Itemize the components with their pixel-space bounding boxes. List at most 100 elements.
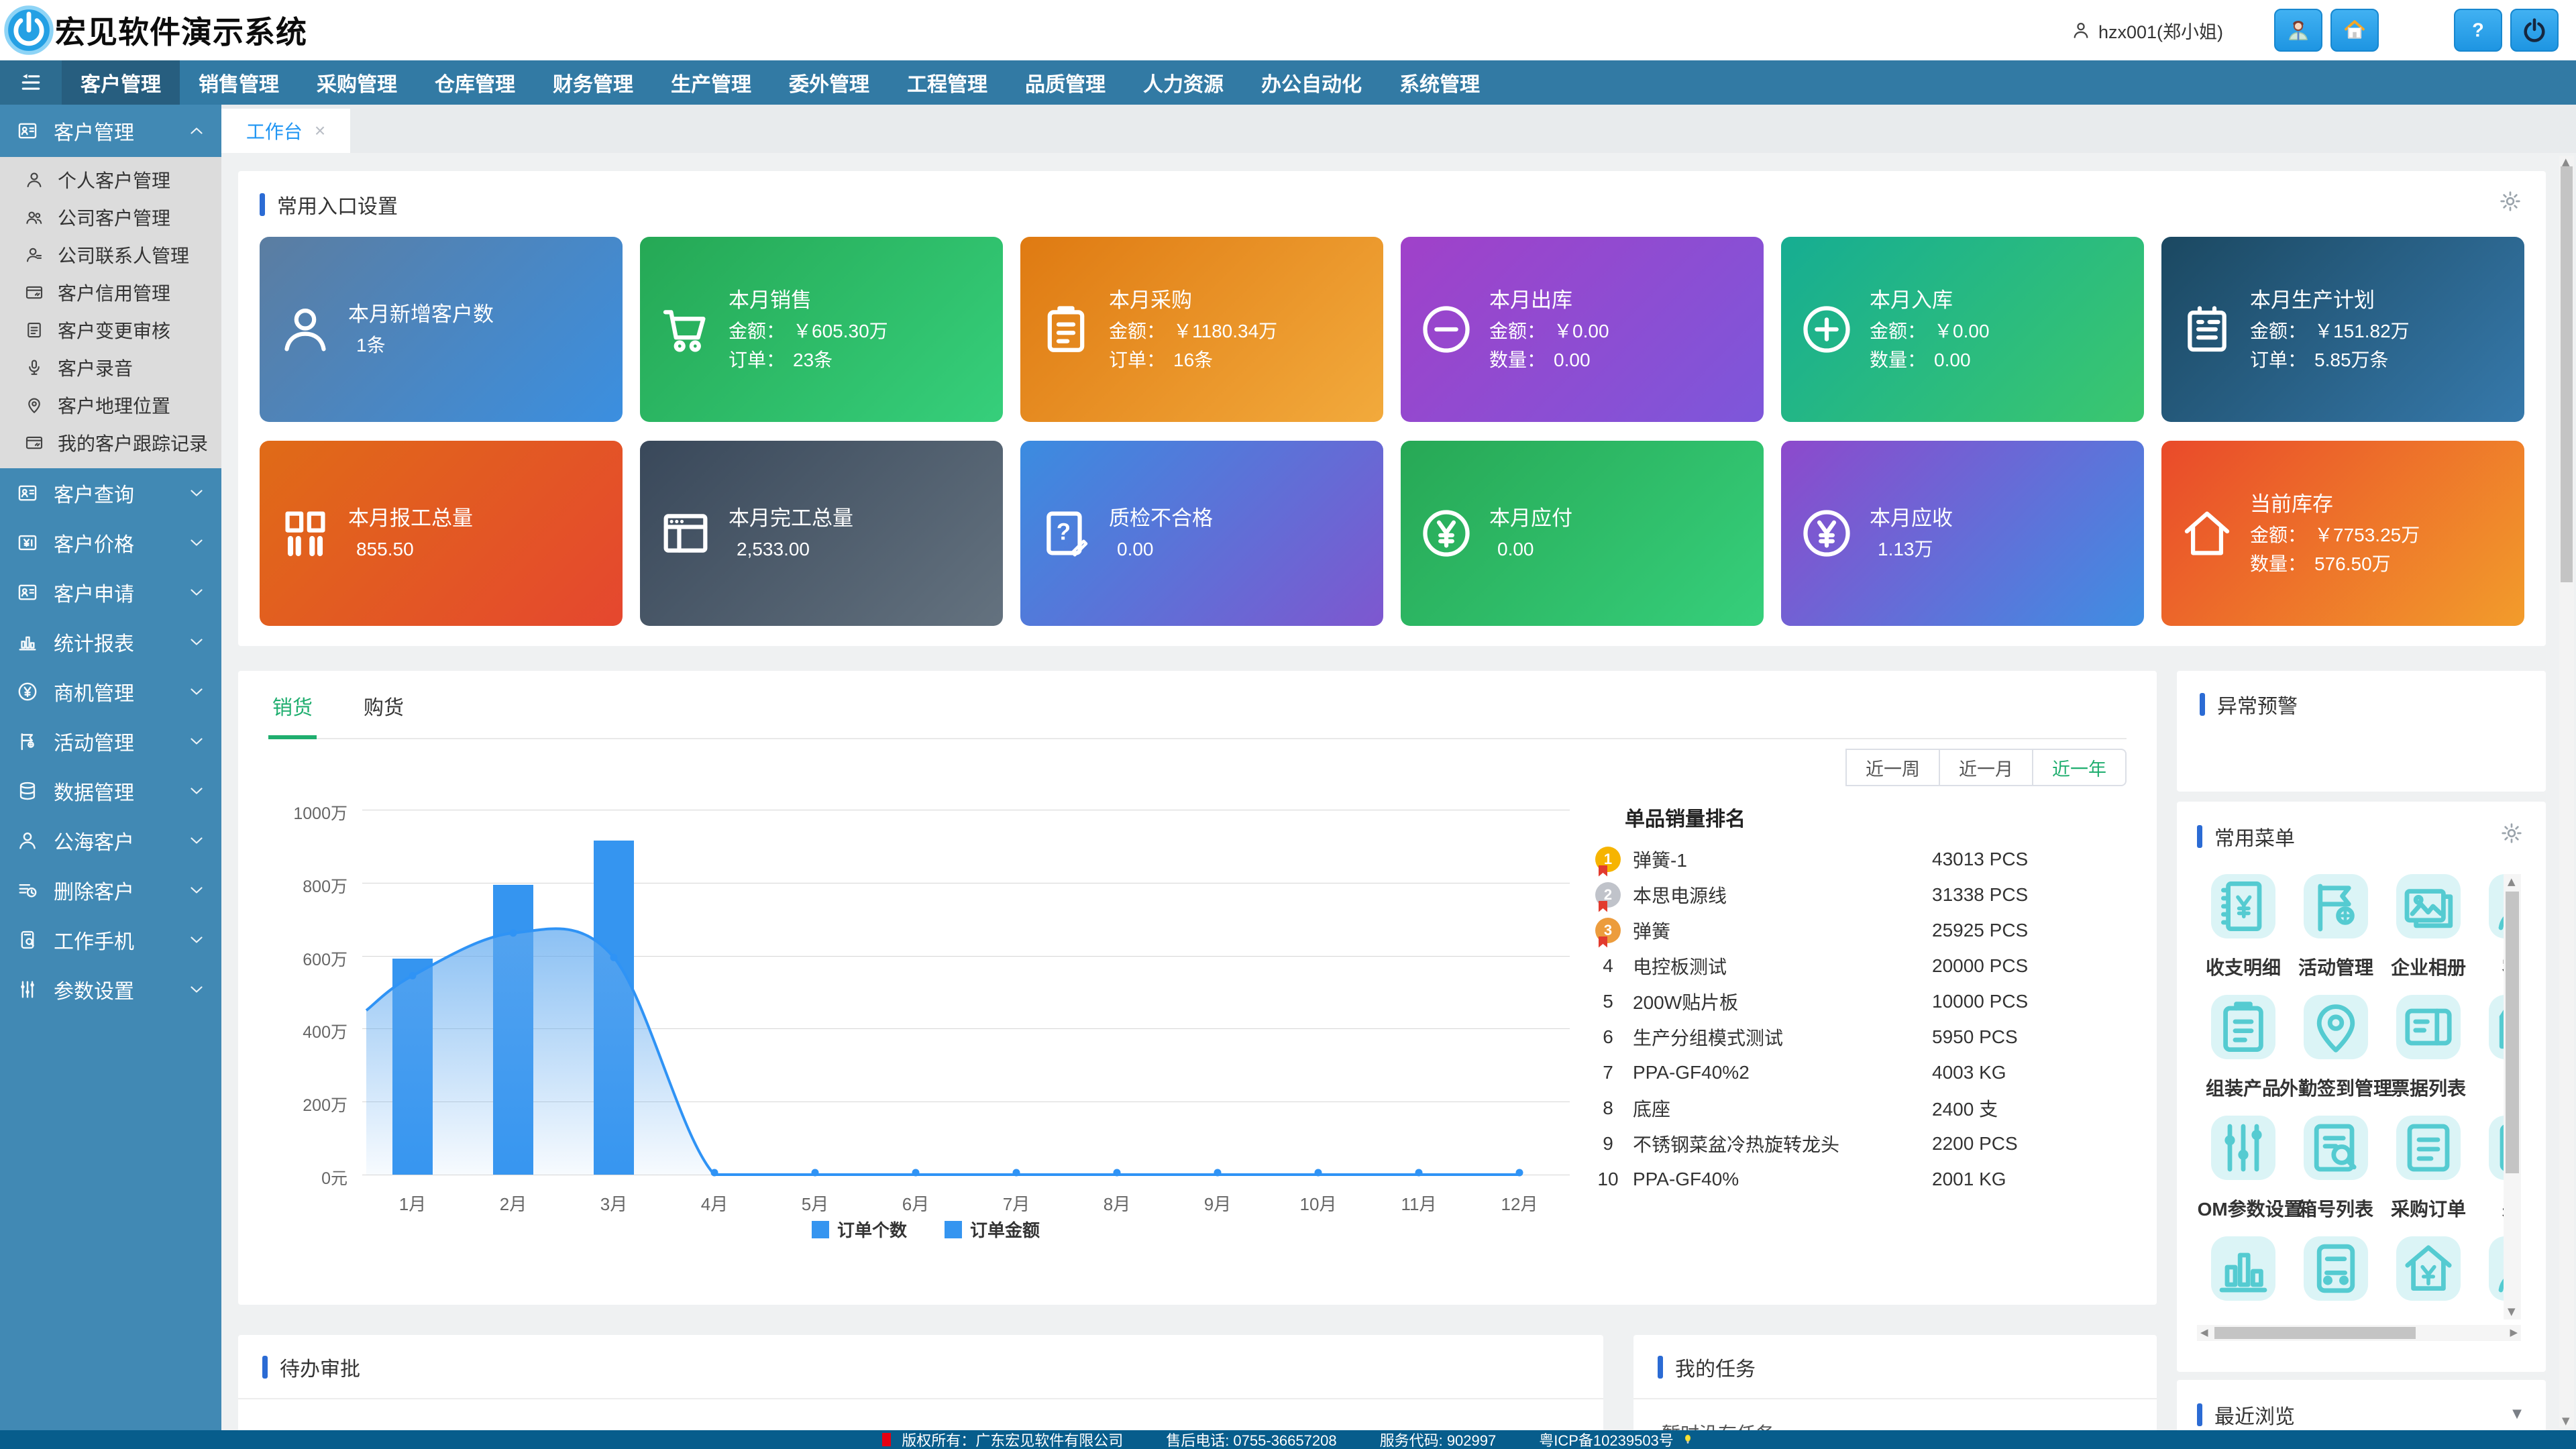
sidebar-group[interactable]: 公海客户	[0, 816, 221, 865]
ranking-row[interactable]: 3 弹簧 25925 PCS	[1583, 912, 2127, 948]
nav-item[interactable]: 办公自动化	[1242, 60, 1381, 105]
stat-card[interactable]: 本月出库 金额：￥0.00数量：0.00	[1401, 237, 1764, 422]
sidebar-subitem[interactable]: 客户信用管理	[0, 274, 221, 311]
scrollbar-thumb[interactable]	[2506, 892, 2519, 1173]
home-button[interactable]	[2330, 9, 2379, 52]
ranking-row[interactable]: 4 电控板测试 20000 PCS	[1583, 948, 2127, 983]
stat-card[interactable]: 本月报工总量 855.50	[260, 441, 623, 626]
nav-item[interactable]: 生产管理	[652, 60, 770, 105]
stat-card[interactable]: 当前库存 金额：￥7753.25万数量：576.50万	[2161, 441, 2524, 626]
ranking-row[interactable]: 2 本思电源线 31338 PCS	[1583, 877, 2127, 912]
ranking-row[interactable]: 5 200W贴片板 10000 PCS	[1583, 983, 2127, 1019]
icp-number[interactable]: 粤ICP备10239503号	[1539, 1429, 1674, 1449]
scrollbar-thumb[interactable]	[2214, 1327, 2416, 1339]
menu-shortcut[interactable]: 企业相册	[2382, 874, 2475, 980]
nav-item[interactable]: 销售管理	[180, 60, 298, 105]
horizontal-scrollbar[interactable]: ◀ ▶	[2197, 1325, 2521, 1341]
sidebar-subitem[interactable]: 客户录音	[0, 349, 221, 386]
sidebar-subitem[interactable]: 公司客户管理	[0, 199, 221, 236]
legend-item[interactable]: 订单金额	[945, 1217, 1040, 1242]
sidebar-subitem[interactable]: 公司联系人管理	[0, 236, 221, 274]
menu-shortcut[interactable]: 外勤签到管理	[2290, 995, 2382, 1101]
nav-item[interactable]: 品质管理	[1006, 60, 1124, 105]
stat-card[interactable]: 本月应收 1.13万	[1781, 441, 2144, 626]
chart-tab[interactable]: 购货	[360, 691, 408, 738]
sidebar-group-customer-mgmt[interactable]: 客户管理	[0, 105, 221, 157]
gear-icon[interactable]	[2498, 189, 2523, 214]
gear-icon[interactable]	[2499, 820, 2524, 846]
time-filter-button[interactable]: 近一月	[1940, 749, 2033, 786]
help-button[interactable]: ?	[2454, 9, 2502, 52]
product-quantity: 10000 PCS	[1932, 991, 2127, 1012]
stat-card[interactable]: 本月销售 金额：￥605.30万订单：23条	[640, 237, 1003, 422]
ranking-row[interactable]: 1 弹簧-1 43013 PCS	[1583, 841, 2127, 877]
group-label: 数据管理	[54, 776, 134, 806]
stat-card-icon	[2178, 504, 2237, 563]
collapse-sidebar-button[interactable]	[0, 60, 62, 105]
menu-shortcut[interactable]: 采购订单	[2382, 1116, 2475, 1222]
sidebar-subitem[interactable]: 客户变更审核	[0, 311, 221, 349]
sidebar-group[interactable]: 工作手机	[0, 915, 221, 965]
nav-item[interactable]: 客户管理	[62, 60, 180, 105]
sidebar-group[interactable]: 活动管理	[0, 716, 221, 766]
subitem-icon	[24, 170, 44, 190]
chart-tab[interactable]: 销货	[268, 691, 317, 738]
stat-card[interactable]: 本月新增客户数 1条	[260, 237, 623, 422]
sidebar-group[interactable]: 删除客户	[0, 865, 221, 915]
menu-shortcut[interactable]: 箱号列表	[2290, 1116, 2382, 1222]
sidebar-group[interactable]: 数据管理	[0, 766, 221, 816]
time-filter-button[interactable]: 近一周	[1845, 749, 1940, 786]
sidebar-subitem[interactable]: 个人客户管理	[0, 161, 221, 199]
nav-item[interactable]: 系统管理	[1381, 60, 1499, 105]
stat-card[interactable]: ? 质检不合格 0.00	[1020, 441, 1383, 626]
time-filter-button[interactable]: 近一年	[2033, 749, 2127, 786]
stat-card[interactable]: 本月入库 金额：￥0.00数量：0.00	[1781, 237, 2144, 422]
scrollbar-thumb[interactable]	[2561, 166, 2573, 582]
ranking-row[interactable]: 8 底座 2400 支	[1583, 1090, 2127, 1126]
stat-card-row: 数量：0.00	[1870, 345, 1990, 374]
nav-item[interactable]: 财务管理	[534, 60, 652, 105]
ranking-row[interactable]: 6 生产分组模式测试 5950 PCS	[1583, 1019, 2127, 1055]
nav-item[interactable]: 委外管理	[770, 60, 888, 105]
vertical-scrollbar[interactable]: ▲ ▼	[2504, 874, 2521, 1320]
ranking-row[interactable]: 7 PPA-GF40%2 4003 KG	[1583, 1055, 2127, 1090]
stat-card[interactable]: 本月应付 0.00	[1401, 441, 1764, 626]
group-icon	[16, 780, 39, 802]
sidebar-subitem[interactable]: 我的客户跟踪记录	[0, 424, 221, 462]
profile-button[interactable]	[2274, 9, 2322, 52]
page-scrollbar[interactable]: ▲ ▼	[2559, 156, 2574, 1428]
stat-card[interactable]: 本月完工总量 2,533.00	[640, 441, 1003, 626]
menu-shortcut[interactable]: BOM参数设置	[2197, 1116, 2290, 1222]
product-quantity: 2400 支	[1932, 1095, 2127, 1122]
menu-shortcut[interactable]: 组装产品	[2197, 995, 2290, 1101]
ranking-column: 近一周近一月近一年 单品销量排名 1 弹簧-1 43013 PCS 2 本思电源	[1583, 739, 2127, 1269]
stat-card[interactable]: 本月采购 金额：￥1180.34万订单：16条	[1020, 237, 1383, 422]
collapse-icon[interactable]: ▼	[2512, 1407, 2522, 1421]
sidebar-group[interactable]: 客户查询	[0, 468, 221, 518]
app-header: 宏见软件演示系统 hzx001(郑小姐) ?	[0, 0, 2576, 60]
tab-workbench[interactable]: 工作台 ×	[221, 109, 350, 153]
ranking-row[interactable]: 9 不锈钢菜盆冷热旋转龙头 2200 PCS	[1583, 1126, 2127, 1161]
sidebar-subitem[interactable]: 客户地理位置	[0, 386, 221, 424]
sidebar-group[interactable]: 客户申请	[0, 568, 221, 617]
stat-card[interactable]: 本月生产计划 金额：￥151.82万订单：5.85万条	[2161, 237, 2524, 422]
nav-item[interactable]: 工程管理	[888, 60, 1006, 105]
ranking-row[interactable]: 10 PPA-GF40% 2001 KG	[1583, 1161, 2127, 1197]
menu-shortcut[interactable]: 用车管理	[2290, 1236, 2382, 1320]
menu-shortcut[interactable]: 商业机会管理	[2382, 1236, 2475, 1320]
legend-item[interactable]: 订单个数	[812, 1217, 907, 1242]
close-icon[interactable]: ×	[315, 120, 325, 142]
sidebar-group[interactable]: 参数设置	[0, 965, 221, 1014]
menu-shortcut[interactable]: 活动管理	[2290, 874, 2382, 980]
sidebar-group[interactable]: 统计报表	[0, 617, 221, 667]
nav-item[interactable]: 人力资源	[1124, 60, 1242, 105]
sidebar-group[interactable]: 商机管理	[0, 667, 221, 716]
nav-item[interactable]: 仓库管理	[416, 60, 534, 105]
logout-button[interactable]	[2510, 9, 2559, 52]
menu-shortcut[interactable]: 票据列表	[2382, 995, 2475, 1101]
sidebar-group[interactable]: 客户价格	[0, 518, 221, 568]
nav-item[interactable]: 采购管理	[298, 60, 416, 105]
current-user[interactable]: hzx001(郑小姐)	[2070, 17, 2223, 44]
menu-shortcut[interactable]: 采购统计总表	[2197, 1236, 2290, 1320]
menu-shortcut[interactable]: 收支明细	[2197, 874, 2290, 980]
